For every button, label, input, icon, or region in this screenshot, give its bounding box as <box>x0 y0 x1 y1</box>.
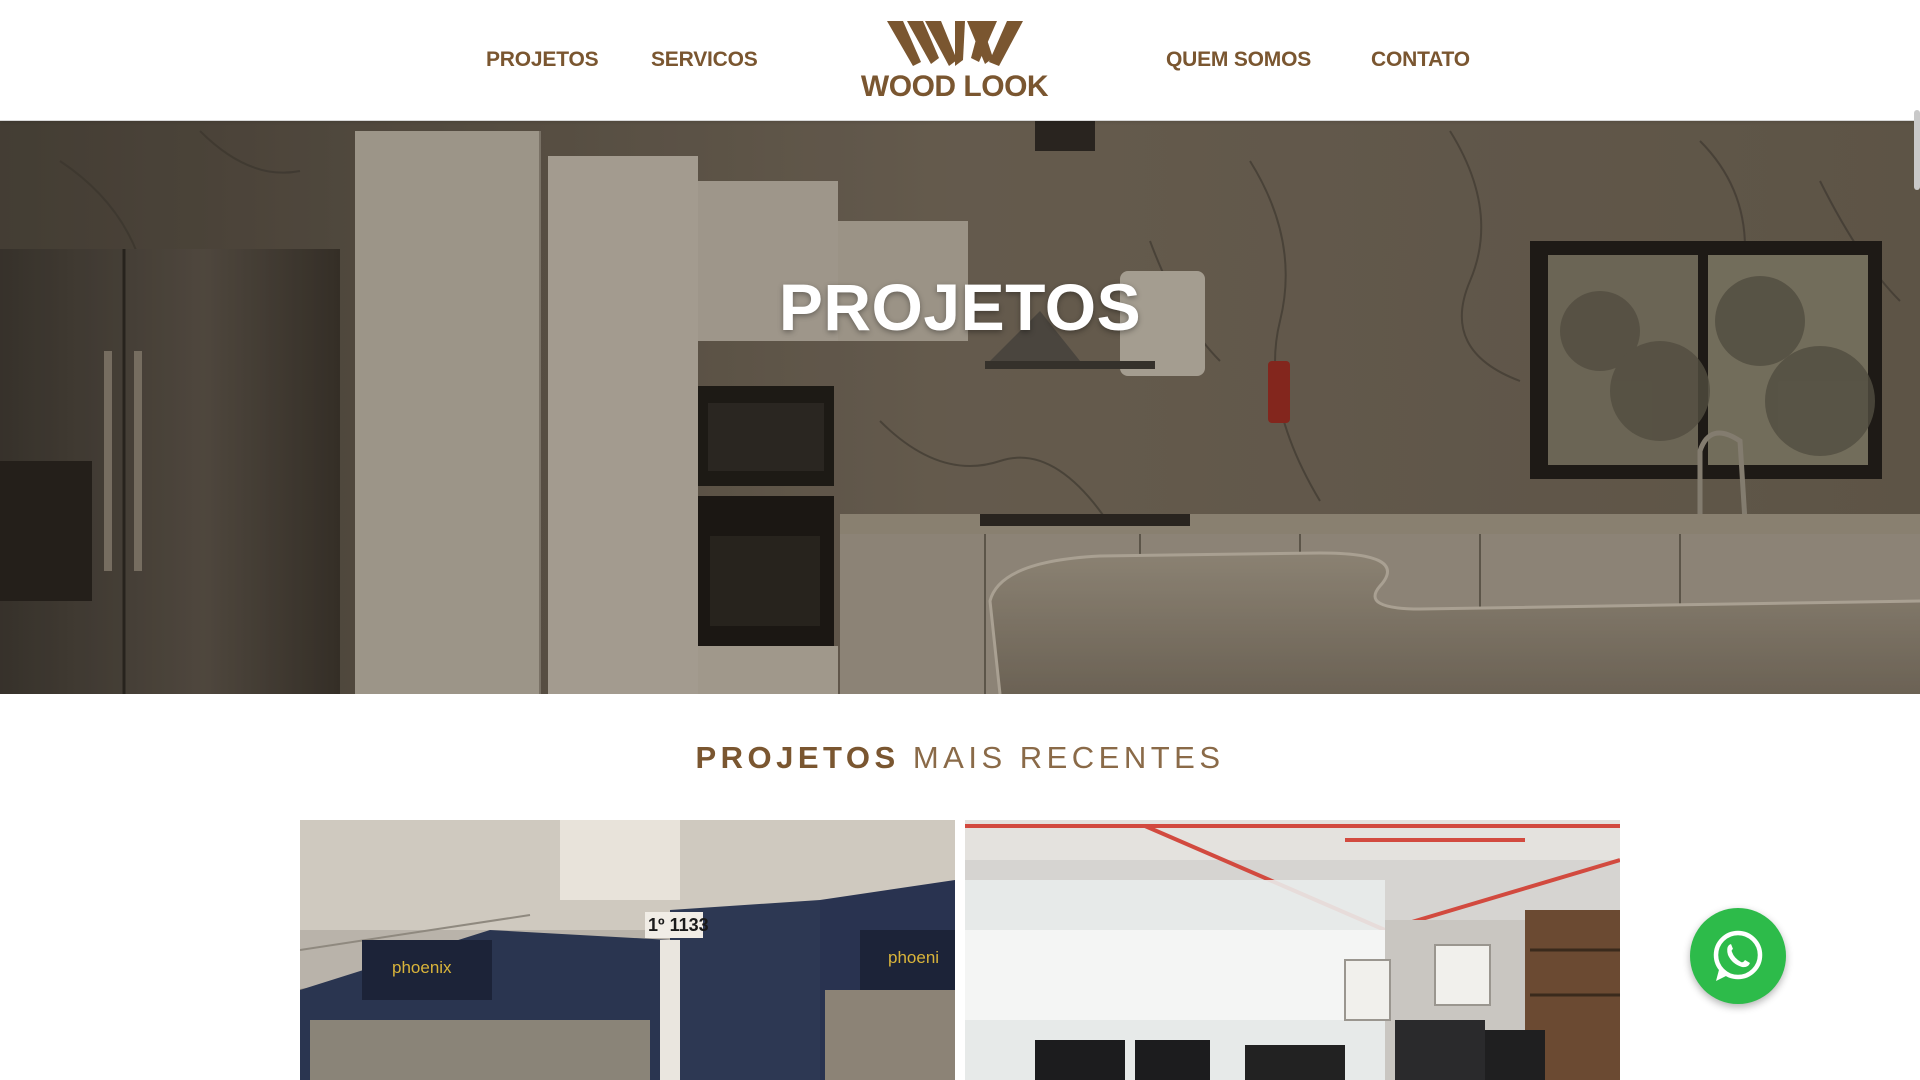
nav-projetos[interactable]: PROJETOS <box>486 46 599 74</box>
whatsapp-button[interactable] <box>1690 908 1786 1004</box>
hero-kitchen-image <box>0 121 1920 694</box>
logo[interactable]: WOOD LOOK <box>852 18 1057 104</box>
section-title: PROJETOS MAIS RECENTES <box>0 740 1920 776</box>
store-sign-text-2: phoeni <box>888 948 940 967</box>
logo-text: WOOD LOOK <box>860 70 1049 103</box>
office-project-image <box>965 820 1620 1080</box>
scrollbar[interactable] <box>1914 110 1920 190</box>
store-project-image <box>300 820 955 1080</box>
project-card-office[interactable] <box>965 820 1620 1080</box>
section-title-light: MAIS RECENTES <box>912 740 1225 775</box>
wood-look-logo-mark <box>887 21 1023 66</box>
store-number: 1º 1133 <box>648 915 709 935</box>
section-title-strong: PROJETOS <box>695 740 900 775</box>
project-card-store[interactable]: 1º 1133 phoenix phoeni <box>300 820 955 1080</box>
hero-title: PROJETOS <box>778 270 1142 344</box>
nav-servicos[interactable]: SERVICOS <box>651 46 758 74</box>
nav-quem-somos[interactable]: QUEM SOMOS <box>1166 46 1311 74</box>
store-sign-text: phoenix <box>392 958 452 977</box>
hero-banner: PROJETOS <box>0 121 1920 694</box>
nav-contato[interactable]: CONTATO <box>1371 46 1470 74</box>
whatsapp-icon <box>1713 930 1763 981</box>
site-header: PROJETOS SERVICOS WOOD LOOK QUEM SOMOS C… <box>0 0 1920 121</box>
